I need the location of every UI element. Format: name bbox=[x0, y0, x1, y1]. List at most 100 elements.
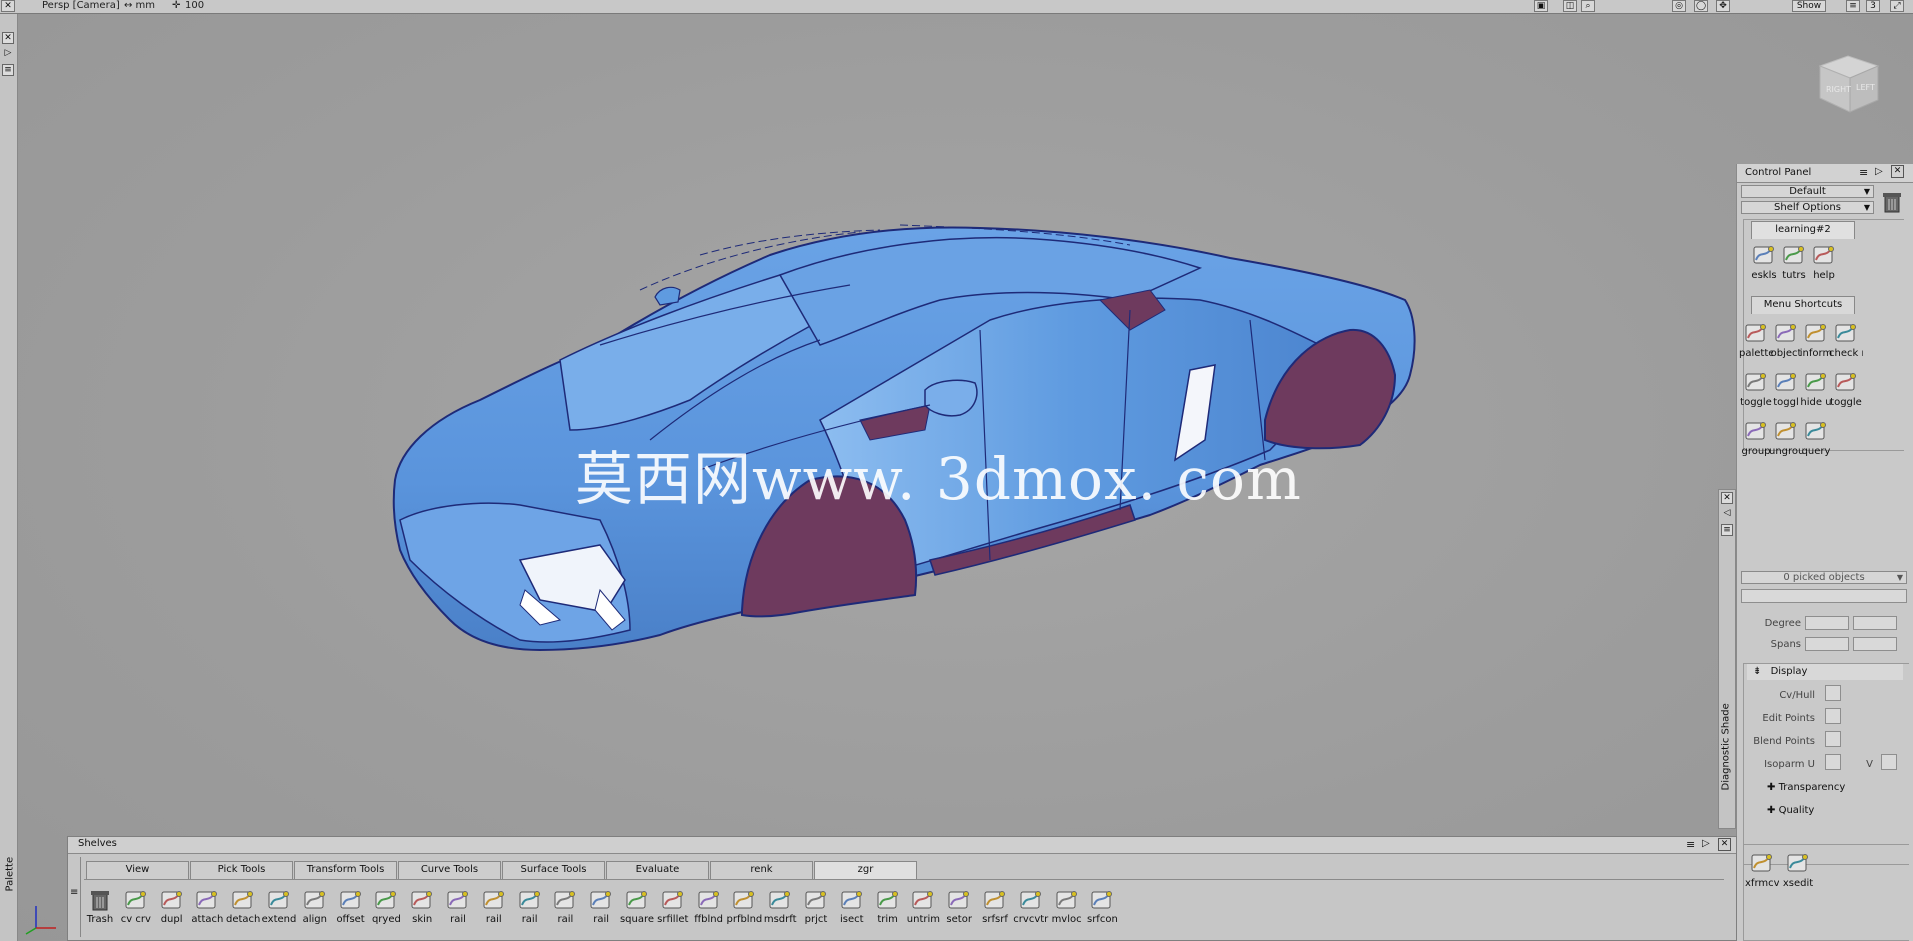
picked-objects-dropdown[interactable]: 0 picked objects ▼ bbox=[1741, 571, 1907, 584]
tool-dupl[interactable]: dupl bbox=[154, 887, 190, 925]
shortcut-button-object[interactable]: object bbox=[1769, 320, 1803, 359]
close-icon[interactable]: ✕ bbox=[2, 32, 14, 44]
expand-arrow-icon[interactable]: ▷ bbox=[1702, 838, 1710, 849]
tool-trash[interactable]: Trash bbox=[82, 887, 118, 925]
expand-arrow-icon[interactable]: ▷ bbox=[1875, 166, 1883, 177]
shelf-tab-transform-tools[interactable]: Transform Tools bbox=[294, 861, 397, 879]
isoparm-u-checkbox[interactable] bbox=[1825, 754, 1841, 770]
zoom-icon[interactable]: ⌕ bbox=[1581, 0, 1595, 12]
object-name-field[interactable] bbox=[1741, 589, 1907, 603]
tool-rail[interactable]: rail bbox=[512, 887, 548, 925]
shelf-button-eskls[interactable]: eskls bbox=[1747, 242, 1781, 281]
camera-icon[interactable]: ▣ bbox=[1534, 0, 1548, 12]
degree-u-field[interactable] bbox=[1805, 616, 1849, 630]
shelf-tab-pick-tools[interactable]: Pick Tools bbox=[190, 861, 293, 879]
tool-rail[interactable]: rail bbox=[547, 887, 583, 925]
shelf-tab-zgr[interactable]: zgr bbox=[814, 861, 917, 879]
shelf-tab-surface-tools[interactable]: Surface Tools bbox=[502, 861, 605, 879]
tool-rail[interactable]: rail bbox=[583, 887, 619, 925]
close-icon[interactable]: ✕ bbox=[1, 0, 15, 12]
shelf-tab-view[interactable]: View bbox=[86, 861, 189, 879]
palette-label[interactable]: Palette bbox=[5, 852, 16, 892]
shortcut-button-hide-u[interactable]: hide u bbox=[1799, 369, 1833, 408]
shelf-tab-curve-tools[interactable]: Curve Tools bbox=[398, 861, 501, 879]
degree-v-field[interactable] bbox=[1853, 616, 1897, 630]
tool-qryed[interactable]: qryed bbox=[368, 887, 404, 925]
shelf-tab-evaluate[interactable]: Evaluate bbox=[606, 861, 709, 879]
isoparm-v-checkbox[interactable] bbox=[1881, 754, 1897, 770]
globe-icon[interactable]: ◯ bbox=[1694, 0, 1708, 12]
menu-icon[interactable]: ≡ bbox=[1846, 0, 1860, 12]
cvhull-checkbox[interactable] bbox=[1825, 685, 1841, 701]
pane-count[interactable]: 3 bbox=[1866, 0, 1880, 12]
close-icon[interactable]: ✕ bbox=[1891, 165, 1904, 178]
tool-attach[interactable]: attach bbox=[189, 887, 225, 925]
spans-u-field[interactable] bbox=[1805, 637, 1849, 651]
menu-icon[interactable]: ≡ bbox=[2, 64, 14, 76]
tab-menu-shortcuts[interactable]: Menu Shortcuts bbox=[1751, 296, 1855, 314]
shortcut-button-toggle[interactable]: toggle bbox=[1739, 369, 1773, 408]
tool-skin[interactable]: skin bbox=[404, 887, 440, 925]
tool-mvloc[interactable]: mvloc bbox=[1049, 887, 1085, 925]
shortcut-button-group[interactable]: group bbox=[1739, 418, 1773, 457]
edit-points-checkbox[interactable] bbox=[1825, 708, 1841, 724]
tool-srfcon[interactable]: srfcon bbox=[1084, 887, 1120, 925]
shortcut-button-toggle[interactable]: toggle bbox=[1829, 369, 1863, 408]
layout-dropdown[interactable]: Default ▼ bbox=[1741, 185, 1874, 198]
view-cube-right-face[interactable]: RIGHT bbox=[1826, 85, 1851, 94]
close-icon[interactable]: ✕ bbox=[1718, 838, 1731, 851]
tool-isect[interactable]: isect bbox=[834, 887, 870, 925]
move-view-icon[interactable]: ✥ bbox=[1716, 0, 1730, 12]
shortcut-button-toggl[interactable]: toggl bbox=[1769, 369, 1803, 408]
shortcut-button-ungroup[interactable]: ungroup bbox=[1769, 418, 1803, 457]
frame-icon[interactable]: ◫ bbox=[1563, 0, 1577, 12]
shortcut-button-query[interactable]: query bbox=[1799, 418, 1833, 457]
display-header[interactable]: ⇟ Display bbox=[1747, 664, 1903, 680]
menu-icon[interactable]: ≡ bbox=[1859, 166, 1868, 179]
view-cube-left-face[interactable]: LEFT bbox=[1856, 83, 1875, 92]
tab-learning[interactable]: learning#2 bbox=[1751, 221, 1855, 239]
maximize-icon[interactable]: ⤢ bbox=[1890, 0, 1904, 12]
shelf-tab-renk[interactable]: renk bbox=[710, 861, 813, 879]
show-button[interactable]: Show bbox=[1792, 0, 1826, 12]
tool-srfsrf[interactable]: srfsrf bbox=[977, 887, 1013, 925]
tool-square[interactable]: square bbox=[619, 887, 655, 925]
tool-trim[interactable]: trim bbox=[870, 887, 906, 925]
tool-setor[interactable]: setor bbox=[941, 887, 977, 925]
view-cube[interactable]: RIGHT LEFT bbox=[1812, 52, 1884, 114]
tool-msdrft[interactable]: msdrft bbox=[762, 887, 798, 925]
tool-srfillet[interactable]: srfillet bbox=[655, 887, 691, 925]
tool-align[interactable]: align bbox=[297, 887, 333, 925]
tool-ffblnd[interactable]: ffblnd bbox=[691, 887, 727, 925]
tool-crvcvtr[interactable]: crvcvtr bbox=[1013, 887, 1049, 925]
camera-label[interactable]: Persp [Camera] bbox=[42, 0, 120, 12]
shortcut-button-palette[interactable]: palette bbox=[1739, 320, 1773, 359]
tool-rail[interactable]: rail bbox=[440, 887, 476, 925]
spans-v-field[interactable] bbox=[1853, 637, 1897, 651]
shelf-options-dropdown[interactable]: Shelf Options ▼ bbox=[1741, 201, 1874, 214]
shelf-button-help[interactable]: help bbox=[1807, 242, 1841, 281]
shelf-button-xfrmcv[interactable]: xfrmcv bbox=[1745, 850, 1779, 889]
tool-rail[interactable]: rail bbox=[476, 887, 512, 925]
shelf-grip[interactable]: ≡ bbox=[70, 857, 81, 937]
shortcut-button-check-r[interactable]: check r bbox=[1829, 320, 1863, 359]
tool-detach[interactable]: detach bbox=[225, 887, 261, 925]
shortcut-button-inform[interactable]: inform bbox=[1799, 320, 1833, 359]
diagnostic-shade-label[interactable]: Diagnostic Shade bbox=[1721, 701, 1732, 790]
close-icon[interactable]: ✕ bbox=[1721, 492, 1733, 504]
blend-points-checkbox[interactable] bbox=[1825, 731, 1841, 747]
trash-icon[interactable] bbox=[1881, 190, 1903, 214]
collapse-arrow-icon[interactable]: ◁ bbox=[1721, 508, 1733, 520]
menu-icon[interactable]: ≡ bbox=[1721, 524, 1733, 536]
tool-cv-crv[interactable]: cv crv bbox=[118, 887, 154, 925]
quality-row[interactable]: ✚ Quality bbox=[1767, 805, 1814, 816]
shelf-button-xsedit[interactable]: xsedit bbox=[1781, 850, 1815, 889]
sphere-icon[interactable]: ◎ bbox=[1672, 0, 1686, 12]
tool-extend[interactable]: extend bbox=[261, 887, 297, 925]
tool-offset[interactable]: offset bbox=[333, 887, 369, 925]
tool-prjct[interactable]: prjct bbox=[798, 887, 834, 925]
shelf-button-tutrs[interactable]: tutrs bbox=[1777, 242, 1811, 281]
menu-icon[interactable]: ≡ bbox=[1686, 838, 1695, 851]
transparency-row[interactable]: ✚ Transparency bbox=[1767, 782, 1845, 793]
expand-arrow-icon[interactable]: ▷ bbox=[2, 48, 14, 60]
